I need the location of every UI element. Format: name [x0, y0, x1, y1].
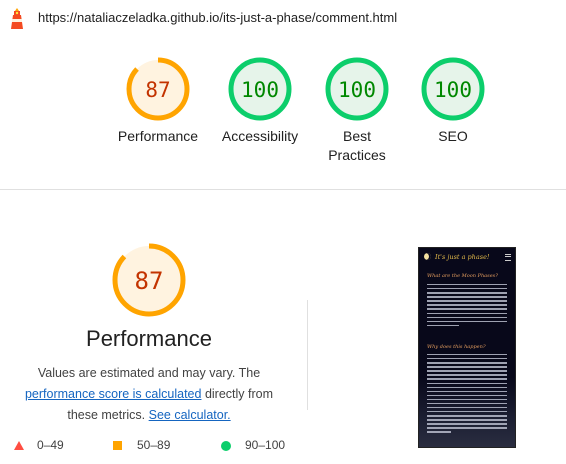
gauge-seo[interactable]: 100 SEO — [398, 57, 508, 146]
gauge-label: Accessibility — [221, 128, 299, 144]
legend-average-range: 50–89 — [137, 438, 171, 452]
seo-score: 100 — [434, 78, 472, 102]
seo-gauge-ring: 100 — [421, 57, 485, 121]
url-bar: https://nataliaczeladka.github.io/its-ju… — [0, 0, 566, 36]
performance-score-link[interactable]: performance score is calculated — [25, 387, 201, 401]
screenshot-site-title: It's just a phase! — [435, 253, 490, 261]
see-calculator-link[interactable]: See calculator. — [149, 408, 231, 422]
performance-gauge-ring: 87 — [126, 57, 190, 121]
fail-triangle-icon — [14, 441, 24, 450]
final-screenshot-thumbnail[interactable]: It's just a phase! What are the Moon Pha… — [418, 247, 516, 448]
legend-pass-range: 90–100 — [245, 438, 286, 452]
screenshot-paragraph-1 — [427, 284, 507, 329]
legend-fail-range: 0–49 — [37, 438, 64, 452]
performance-score: 87 — [145, 78, 170, 102]
section-divider — [0, 189, 566, 190]
screenshot-paragraph-2 — [427, 354, 507, 436]
pass-circle-icon — [221, 441, 231, 451]
hamburger-menu-icon — [505, 254, 511, 261]
lighthouse-logo-icon — [11, 8, 23, 29]
gauge-accessibility[interactable]: 100 Accessibility — [205, 57, 315, 146]
performance-title: Performance — [86, 326, 212, 351]
performance-description: Values are estimated and may vary. The p… — [8, 363, 290, 426]
gauge-best-practices[interactable]: 100 Best Practices — [302, 57, 412, 165]
screenshot-heading-2: Why does this happen? — [427, 344, 486, 350]
screenshot-heading-1: What are the Moon Phases? — [427, 273, 498, 279]
gauge-label: Performance — [117, 128, 199, 144]
gauge-performance[interactable]: 87 Performance — [103, 57, 213, 146]
page-url[interactable]: https://nataliaczeladka.github.io/its-ju… — [38, 10, 397, 25]
gauge-label: Best Practices — [328, 128, 386, 163]
desc-text-1: Values are estimated and may vary. The — [37, 366, 261, 380]
accessibility-gauge-ring: 100 — [228, 57, 292, 121]
accessibility-score: 100 — [241, 78, 279, 102]
performance-main-score: 87 — [135, 267, 164, 295]
gauge-label: SEO — [438, 128, 468, 144]
average-square-icon — [113, 441, 122, 450]
vertical-divider — [307, 300, 308, 410]
best-practices-score: 100 — [338, 78, 376, 102]
performance-main-gauge: 87 — [112, 243, 186, 317]
best-practices-gauge-ring: 100 — [325, 57, 389, 121]
moon-icon — [424, 253, 431, 260]
